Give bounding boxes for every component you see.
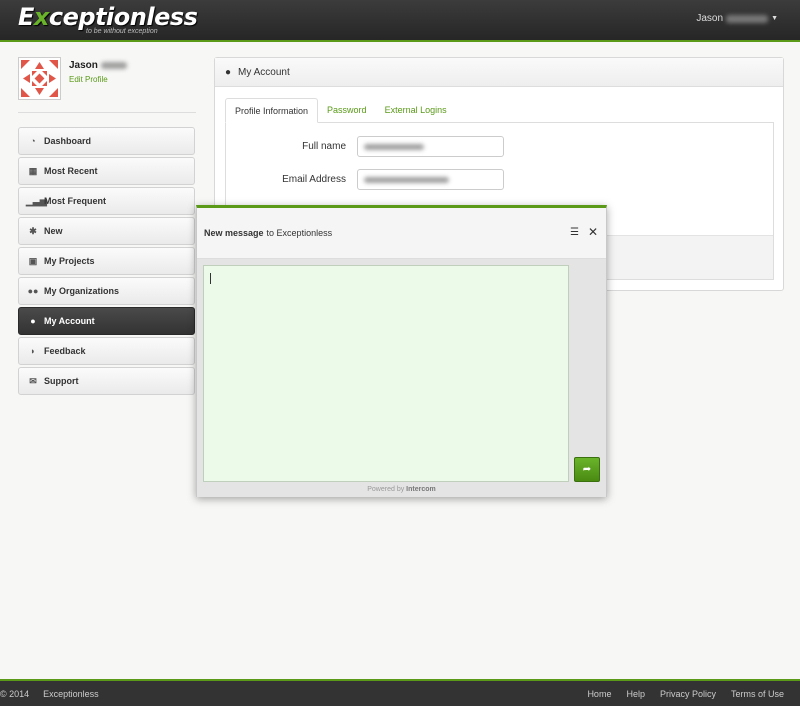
- intercom-message-popup: New message to Exceptionless ☰ ✕ ➦ Power…: [196, 205, 607, 497]
- sidebar-item-label: My Projects: [44, 256, 95, 266]
- send-icon: ➦: [582, 464, 592, 475]
- sidebar-item-my-projects[interactable]: ▣ My Projects: [18, 247, 195, 275]
- account-tabs: Profile Information Password External Lo…: [225, 98, 456, 123]
- sidebar-item-most-recent[interactable]: ▦ Most Recent: [18, 157, 195, 185]
- footer-link-home[interactable]: Home: [587, 689, 611, 699]
- signal-icon: ▁▃▅: [26, 195, 47, 206]
- sidebar-item-new[interactable]: ✱ New: [18, 217, 195, 245]
- close-icon[interactable]: ✕: [588, 225, 598, 239]
- sidebar-item-most-frequent[interactable]: ▁▃▅ Most Frequent: [18, 187, 195, 215]
- chat-header: New message to Exceptionless ☰ ✕: [197, 208, 606, 259]
- top-navbar: Exceptionless to be without exception Ja…: [0, 0, 800, 42]
- briefcase-icon: ▣: [28, 255, 38, 266]
- profile-name: Jason: [69, 60, 127, 71]
- user-icon: ●: [225, 66, 232, 78]
- brand-tagline: to be without exception: [86, 28, 158, 35]
- full-name-label: Full name: [302, 141, 346, 152]
- page-title: My Account: [238, 66, 290, 78]
- sidebar-item-label: Support: [44, 376, 79, 386]
- sidebar-nav: ◔ Dashboard ▦ Most Recent ▁▃▅ Most Frequ…: [18, 127, 195, 397]
- footer-link-terms-of-use[interactable]: Terms of Use: [731, 689, 784, 699]
- calendar-icon: ▦: [28, 165, 38, 176]
- edit-profile-link[interactable]: Edit Profile: [69, 75, 108, 84]
- redacted-value: [364, 176, 449, 183]
- sidebar-item-label: Most Frequent: [44, 196, 106, 206]
- user-menu-name: Jason: [696, 13, 724, 24]
- menu-icon[interactable]: ☰: [570, 227, 579, 238]
- brand-logo[interactable]: Exceptionless to be without exception: [18, 3, 198, 35]
- powered-by-intercom[interactable]: Powered by Intercom: [197, 486, 606, 497]
- footer-link-privacy-policy[interactable]: Privacy Policy: [660, 689, 716, 699]
- chat-body: ➦: [197, 259, 606, 486]
- sidebar-item-label: New: [44, 226, 63, 236]
- brand-name: Exceptionless: [18, 3, 198, 31]
- dashboard-icon: ◔: [30, 136, 36, 146]
- chat-title-bold: New message: [204, 228, 264, 238]
- sidebar-item-label: Most Recent: [44, 166, 98, 176]
- redacted-value: [364, 143, 424, 150]
- chat-title-rest: to Exceptionless: [266, 228, 333, 238]
- footer-link-help[interactable]: Help: [626, 689, 645, 699]
- sidebar-item-label: Feedback: [44, 346, 86, 356]
- tab-profile-information[interactable]: Profile Information: [225, 98, 319, 123]
- sidebar-item-dashboard[interactable]: ◔ Dashboard: [18, 127, 195, 155]
- sidebar-item-my-organizations[interactable]: ●● My Organizations: [18, 277, 195, 305]
- text-cursor: [210, 273, 211, 284]
- sidebar-item-my-account[interactable]: ● My Account: [18, 307, 195, 335]
- caret-down-icon: ▼: [771, 15, 778, 22]
- footer-brand: Exceptionless: [43, 689, 99, 699]
- asterisk-icon: ✱: [29, 225, 37, 236]
- user-menu[interactable]: Jason ▼: [696, 13, 778, 24]
- tab-external-logins[interactable]: External Logins: [376, 98, 456, 123]
- identicon-icon: [21, 60, 58, 97]
- sidebar-item-support[interactable]: ✉ Support: [18, 367, 195, 395]
- user-icon: ●: [30, 316, 36, 326]
- sidebar-item-label: My Account: [44, 316, 95, 326]
- email-label: Email Address: [282, 174, 346, 185]
- redacted-surname: [726, 14, 769, 23]
- envelope-icon: ✉: [29, 375, 37, 386]
- sidebar-item-label: My Organizations: [44, 286, 120, 296]
- avatar: [18, 57, 61, 100]
- tab-password[interactable]: Password: [318, 98, 376, 123]
- redacted-surname: [100, 61, 127, 69]
- group-icon: ●●: [27, 286, 39, 296]
- message-textarea[interactable]: [203, 265, 569, 482]
- sidebar-item-label: Dashboard: [44, 136, 92, 146]
- copyright: © 2014: [0, 689, 30, 699]
- send-button[interactable]: ➦: [574, 457, 600, 482]
- email-input[interactable]: [357, 169, 504, 190]
- comment-icon: ◗: [30, 346, 36, 356]
- full-name-input[interactable]: [357, 136, 504, 157]
- panel-header: ● My Account: [215, 58, 783, 87]
- sidebar-item-feedback[interactable]: ◗ Feedback: [18, 337, 195, 365]
- page-footer: © 2014 Exceptionless Home Help Privacy P…: [0, 679, 800, 706]
- profile-summary: Jason Edit Profile: [18, 57, 196, 113]
